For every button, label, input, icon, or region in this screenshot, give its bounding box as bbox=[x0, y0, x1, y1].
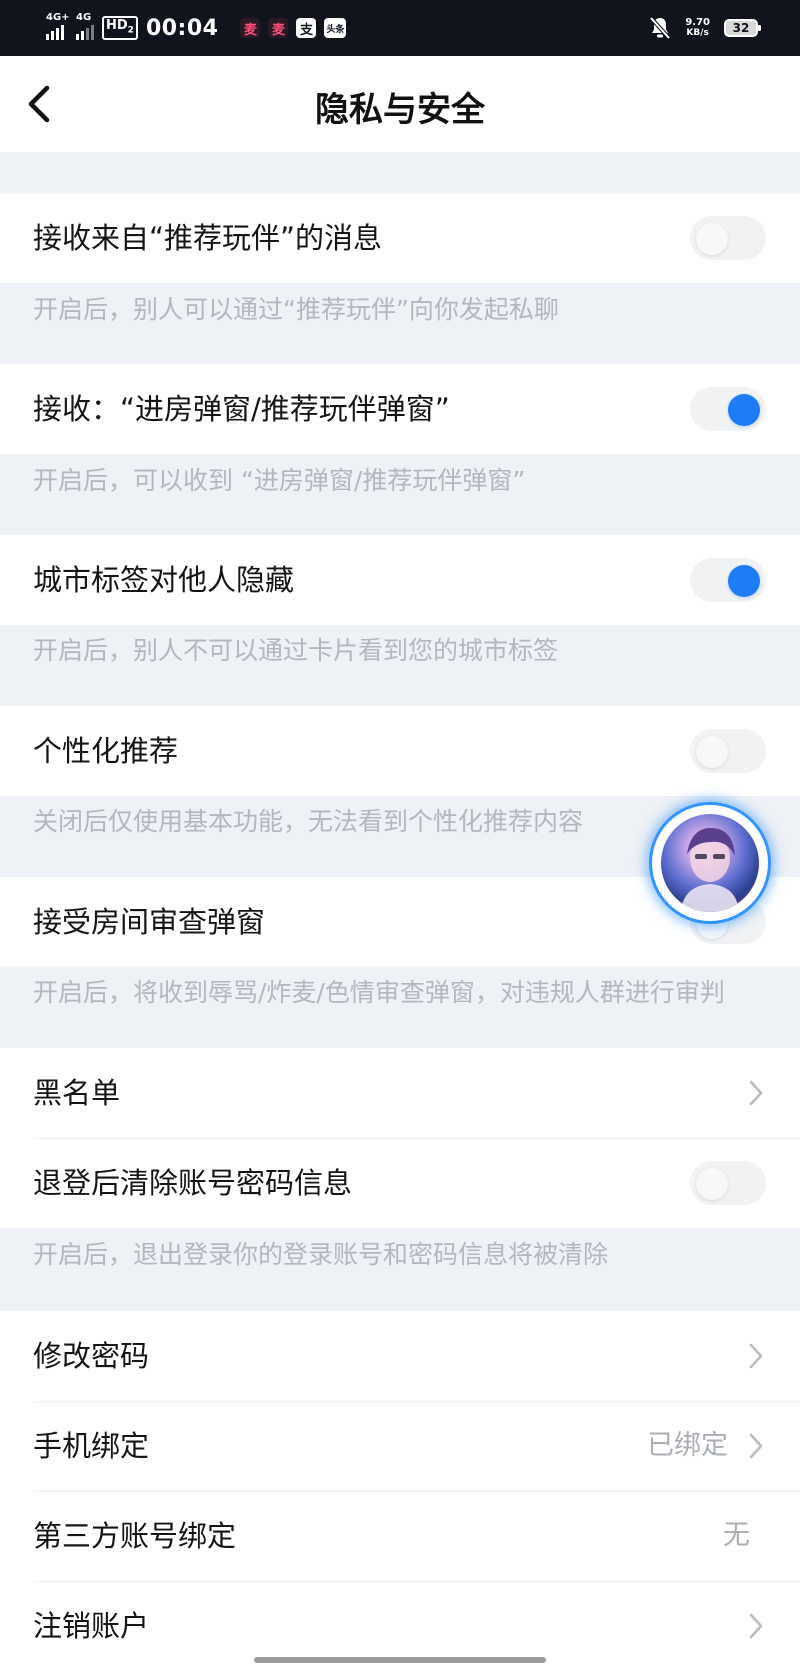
setting-row-clear-account: 退登后清除账号密码信息 bbox=[0, 1138, 800, 1228]
setting-label: 个性化推荐 bbox=[33, 734, 179, 768]
signal-icon: 4G+ bbox=[46, 13, 70, 40]
setting-description: 关闭后仅使用基本功能，无法看到个性化推荐内容 bbox=[33, 807, 584, 836]
popups-toggle[interactable] bbox=[690, 387, 766, 431]
hd-sub: 2 bbox=[127, 25, 134, 36]
clock: 00:04 bbox=[145, 15, 219, 41]
setting-row-city-tag: 城市标签对他人隐藏 bbox=[0, 535, 800, 625]
chevron-right-icon bbox=[749, 1343, 763, 1369]
notification-app-icon: 麦 bbox=[268, 18, 289, 38]
city-tag-toggle[interactable] bbox=[690, 558, 766, 602]
setting-row-third-party[interactable]: 第三方账号绑定 无 bbox=[0, 1491, 800, 1581]
notification-app-icon: 麦 bbox=[240, 18, 261, 38]
hd-voice-icon: HD2 bbox=[102, 15, 138, 41]
setting-row-recommend-messages: 接收来自“推荐玩伴”的消息 bbox=[0, 193, 800, 283]
network-speed: 9.70 KB/s bbox=[685, 17, 710, 39]
setting-label: 注销账户 bbox=[33, 1609, 150, 1643]
setting-label: 城市标签对他人隐藏 bbox=[33, 563, 295, 597]
setting-label: 退登后清除账号密码信息 bbox=[33, 1166, 353, 1200]
setting-row-phone-binding[interactable]: 手机绑定 已绑定 bbox=[0, 1401, 800, 1491]
net-speed-unit: KB/s bbox=[686, 28, 709, 38]
clear-account-toggle[interactable] bbox=[690, 1161, 766, 1205]
avatar-image bbox=[661, 814, 759, 912]
setting-label: 接收来自“推荐玩伴”的消息 bbox=[33, 221, 383, 255]
toggle-knob bbox=[696, 1168, 728, 1200]
phone-binding-status: 已绑定 bbox=[647, 1430, 728, 1461]
setting-row-personalized: 个性化推荐 bbox=[0, 706, 800, 796]
battery-icon: 32 bbox=[724, 19, 761, 37]
setting-label: 修改密码 bbox=[33, 1339, 150, 1373]
setting-label: 第三方账号绑定 bbox=[33, 1519, 237, 1553]
setting-label: 接受房间审查弹窗 bbox=[33, 905, 266, 939]
signal-icon: 4G bbox=[76, 12, 94, 40]
toggle-knob bbox=[696, 223, 728, 255]
signal-label: 4G+ bbox=[46, 12, 70, 23]
chevron-right-icon bbox=[749, 1433, 763, 1459]
setting-row-change-password[interactable]: 修改密码 bbox=[0, 1311, 800, 1401]
toggle-knob bbox=[728, 565, 760, 597]
setting-label: 黑名单 bbox=[33, 1076, 121, 1110]
signal-label: 4G bbox=[76, 12, 92, 23]
setting-label: 接收：“进房弹窗/推荐玩伴弹窗” bbox=[33, 392, 450, 426]
setting-description: 开启后，别人不可以通过卡片看到您的城市标签 bbox=[33, 636, 559, 665]
alipay-icon: 支 bbox=[296, 18, 317, 38]
toutiao-icon: 头条 bbox=[324, 18, 347, 38]
battery-level: 32 bbox=[732, 21, 750, 35]
nav-header: 隐私与安全 bbox=[0, 56, 800, 152]
setting-row-blacklist[interactable]: 黑名单 bbox=[0, 1048, 800, 1138]
personalized-toggle[interactable] bbox=[690, 729, 766, 773]
hd-label: HD bbox=[106, 17, 128, 33]
avatar-illustration bbox=[681, 828, 739, 912]
toggle-knob bbox=[696, 736, 728, 768]
recommend-messages-toggle[interactable] bbox=[690, 216, 766, 260]
chevron-right-icon bbox=[749, 1613, 763, 1639]
setting-description: 开启后，退出登录你的登录账号和密码信息将被清除 bbox=[33, 1240, 609, 1269]
home-indicator[interactable] bbox=[254, 1657, 546, 1663]
toggle-knob bbox=[728, 394, 760, 426]
setting-label: 手机绑定 bbox=[33, 1429, 150, 1463]
setting-row-popups: 接收：“进房弹窗/推荐玩伴弹窗” bbox=[0, 364, 800, 454]
chevron-right-icon bbox=[749, 1080, 763, 1106]
mute-bell-icon bbox=[649, 16, 671, 40]
status-bar: 4G+ 4G HD2 00:04 麦 麦 支 头条 9.70 KB/s 32 bbox=[0, 0, 800, 56]
page-title: 隐私与安全 bbox=[315, 90, 485, 130]
setting-description: 开启后，可以收到 “进房弹窗/推荐玩伴弹窗” bbox=[33, 466, 526, 495]
floating-room-avatar[interactable] bbox=[652, 805, 768, 921]
third-party-status: 无 bbox=[723, 1520, 750, 1551]
setting-description: 开启后，将收到辱骂/炸麦/色情审查弹窗，对违规人群进行审判 bbox=[33, 978, 725, 1007]
net-speed-value: 9.70 bbox=[685, 17, 710, 28]
setting-description: 开启后，别人可以通过“推荐玩伴”向你发起私聊 bbox=[33, 295, 559, 324]
